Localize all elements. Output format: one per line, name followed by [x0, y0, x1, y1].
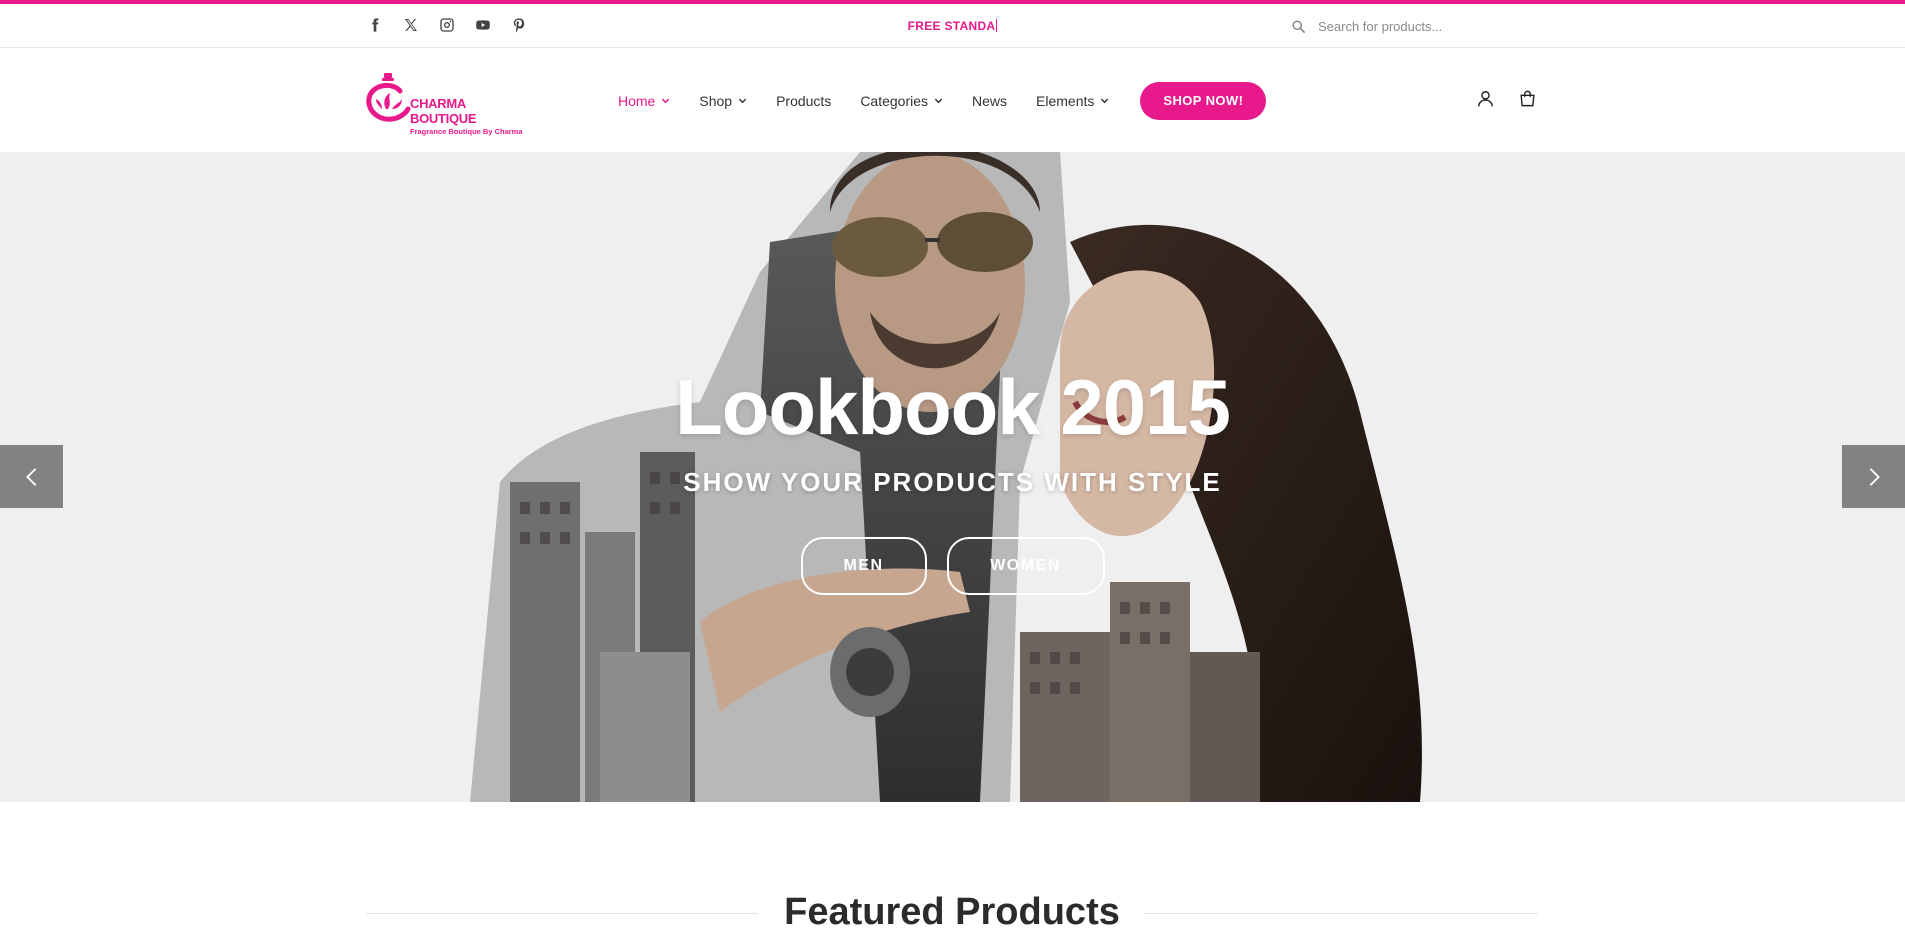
nav-item-elements[interactable]: Elements	[1036, 93, 1109, 109]
logo-text: CHARMA BOUTIQUE Fragrance Boutique By Ch…	[410, 96, 532, 136]
header-actions	[1475, 87, 1537, 109]
chevron-down-icon	[934, 96, 943, 105]
men-button[interactable]: MEN	[800, 537, 927, 595]
top-bar: FREE STANDA	[0, 4, 1905, 48]
text-caret	[996, 19, 998, 32]
nav-item-categories[interactable]: Categories	[860, 93, 943, 109]
logo-subtitle: Fragrance Boutique By Charma	[410, 127, 523, 136]
shop-now-button[interactable]: SHOP NOW!	[1140, 81, 1267, 120]
chevron-right-icon	[1869, 467, 1880, 486]
nav-item-home[interactable]: Home	[618, 93, 670, 109]
nav-item-label: Products	[776, 92, 832, 109]
chevron-down-icon	[661, 96, 670, 105]
slider-next-button[interactable]	[1842, 445, 1905, 508]
nav-item-shop[interactable]: Shop	[699, 93, 747, 109]
chevron-down-icon	[1100, 96, 1109, 105]
nav-item-news[interactable]: News	[972, 93, 1007, 109]
nav-item-label: Elements	[1036, 92, 1095, 109]
nav-item-label: Home	[618, 92, 656, 109]
hero-slider: Lookbook 2015 SHOW YOUR PRODUCTS WITH ST…	[0, 152, 1905, 802]
nav-item-label: News	[972, 92, 1008, 109]
chevron-down-icon	[738, 96, 747, 105]
search-input[interactable]	[1318, 18, 1518, 34]
promo-banner: FREE STANDA	[0, 19, 1905, 33]
chevron-left-icon	[25, 467, 36, 486]
hero-title: Lookbook 2015	[675, 363, 1231, 451]
slider-prev-button[interactable]	[0, 445, 63, 508]
logo-title: CHARMA BOUTIQUE	[410, 96, 477, 126]
promo-text: FREE STANDA	[907, 19, 996, 33]
section-title: Featured Products	[784, 891, 1120, 933]
women-button[interactable]: WOMEN	[946, 537, 1105, 595]
nav-item-label: Categories	[860, 92, 929, 109]
nav-item-products[interactable]: Products	[776, 93, 831, 109]
main-nav: Home Shop Products Categories News Eleme…	[618, 49, 1267, 152]
featured-products-header: Featured Products	[366, 888, 1538, 938]
product-search	[1290, 13, 1540, 39]
cart-icon[interactable]	[1517, 87, 1537, 109]
hero-buttons: MEN WOMEN	[0, 537, 1905, 595]
user-icon[interactable]	[1475, 87, 1495, 109]
main-header: CHARMA BOUTIQUE Fragrance Boutique By Ch…	[0, 49, 1905, 152]
hero-subtitle: SHOW YOUR PRODUCTS WITH STYLE	[683, 467, 1222, 497]
nav-item-label: Shop	[699, 92, 733, 109]
site-logo[interactable]: CHARMA BOUTIQUE Fragrance Boutique By Ch…	[366, 71, 532, 136]
search-icon[interactable]	[1290, 18, 1306, 34]
